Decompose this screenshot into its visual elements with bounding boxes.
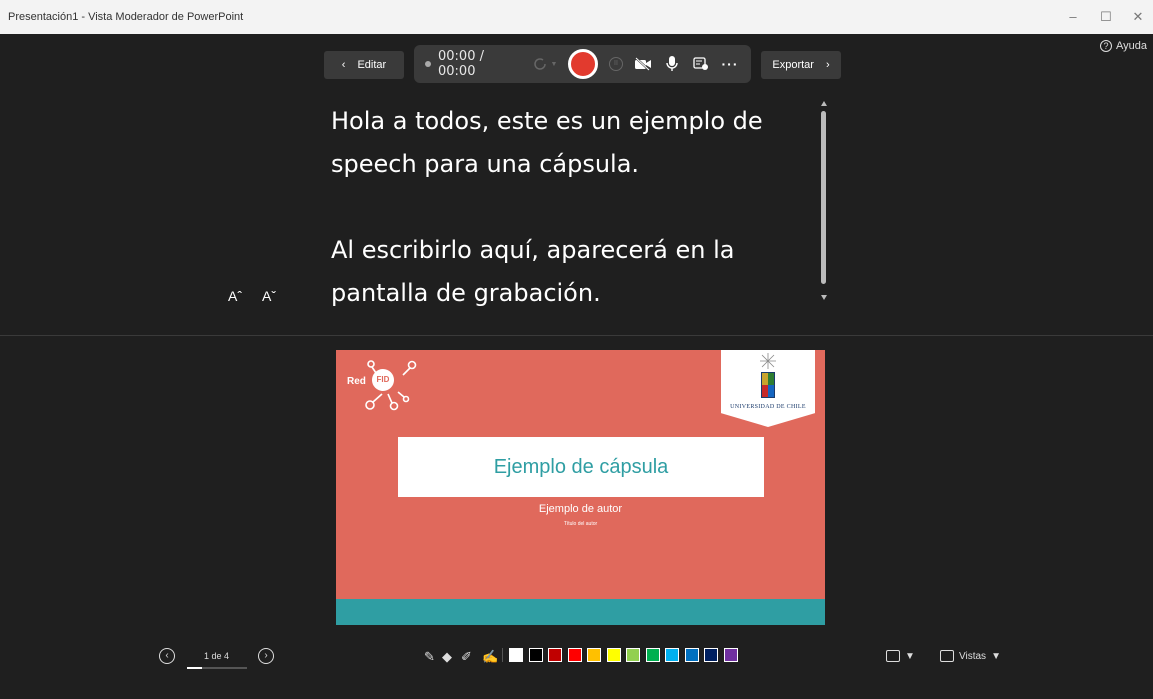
tools-separator (502, 648, 503, 662)
increase-font-button[interactable]: Aˆ (228, 288, 242, 304)
highlighter-tool-icon[interactable]: ✍ (482, 649, 498, 665)
minimize-button[interactable]: – (1063, 8, 1083, 26)
color-swatch[interactable] (567, 648, 582, 662)
slide-counter: 1 de 4 (204, 651, 230, 661)
color-swatch[interactable] (509, 648, 523, 662)
university-crest-icon (760, 353, 776, 398)
color-swatch[interactable] (528, 648, 543, 662)
record-button[interactable] (567, 45, 599, 83)
color-swatch[interactable] (684, 648, 699, 662)
color-swatch[interactable] (606, 648, 621, 662)
help-button[interactable]: ? Ayuda (1100, 40, 1147, 52)
color-swatch[interactable] (704, 648, 718, 662)
views-dropdown-icon: ▼ (991, 650, 1001, 662)
chevron-right-icon: › (825, 59, 830, 71)
camera-view-button[interactable]: ▼ (886, 650, 915, 662)
color-swatch[interactable] (626, 648, 640, 662)
edit-label: Editar (357, 59, 387, 71)
previous-slide-button[interactable]: ‹ (159, 648, 175, 664)
views-button[interactable]: Vistas ▼ (940, 650, 1001, 662)
record-status-icon (424, 45, 432, 83)
edit-button[interactable]: ‹ Editar (324, 51, 404, 79)
microphone-icon[interactable] (664, 45, 680, 83)
slide-title: Ejemplo de cápsula (493, 455, 669, 478)
slide-footer-band (336, 599, 825, 625)
color-swatch[interactable] (723, 648, 738, 662)
more-options-icon[interactable]: ··· (718, 45, 742, 83)
marker-tool-icon[interactable]: ✐ (461, 649, 472, 665)
reset-dropdown-icon[interactable]: ▼ (550, 45, 558, 83)
chevron-left-icon: ‹ (341, 59, 346, 71)
recording-toolbar: 00:00 / 00:00 ▼ II ··· (414, 45, 751, 83)
next-slide-button[interactable]: › (258, 648, 274, 664)
close-button[interactable]: ✕ (1128, 8, 1148, 26)
pane-divider[interactable] (0, 335, 1153, 336)
camera-off-icon[interactable] (632, 45, 654, 83)
university-logo: UNIVERSIDAD DE CHILE (721, 350, 815, 427)
dropdown-icon: ▼ (905, 650, 915, 662)
teleprompter-icon[interactable] (692, 45, 710, 83)
window-title: Presentación1 - Vista Moderador de Power… (8, 11, 244, 23)
person-frame-icon (886, 650, 900, 662)
slide-author: Ejemplo de autor (538, 503, 623, 515)
help-icon: ? (1100, 40, 1112, 52)
slide-progress-bar[interactable] (187, 667, 247, 669)
pause-icon[interactable]: II (607, 45, 625, 83)
layout-icon (940, 650, 954, 662)
scroll-up-icon[interactable] (821, 101, 827, 106)
views-label: Vistas (959, 650, 987, 662)
scroll-down-icon[interactable] (821, 295, 827, 300)
slide-preview: Red FID UNIVERSIDAD DE CHILE Ejemplo de … (336, 350, 825, 625)
eraser-tool-icon[interactable]: ◆ (442, 649, 452, 665)
color-swatch[interactable] (645, 648, 660, 662)
speaker-notes-text[interactable]: Hola a todos, este es un ejemplo de spee… (331, 100, 806, 315)
help-label: Ayuda (1116, 40, 1147, 52)
redfid-logo-fid: FID (372, 369, 394, 391)
color-swatch[interactable] (548, 648, 562, 662)
timer-display: 00:00 / 00:00 (438, 49, 484, 79)
university-name: UNIVERSIDAD DE CHILE (730, 404, 806, 410)
slide-title-box: Ejemplo de cápsula (398, 437, 764, 497)
color-swatch[interactable] (587, 648, 601, 662)
redfid-logo-red: Red (347, 376, 366, 387)
color-swatch[interactable] (665, 648, 679, 662)
reset-icon[interactable] (528, 45, 552, 83)
pen-tool-icon[interactable]: ✎ (424, 649, 435, 665)
scrollbar-thumb[interactable] (821, 111, 826, 284)
export-button[interactable]: Exportar › (761, 51, 841, 79)
window-titlebar: Presentación1 - Vista Moderador de Power… (0, 0, 1153, 34)
export-label: Exportar (772, 59, 814, 71)
maximize-button[interactable]: ☐ (1096, 8, 1116, 26)
slide-author-title: Título del autor (563, 521, 598, 527)
decrease-font-button[interactable]: Aˇ (262, 288, 276, 304)
